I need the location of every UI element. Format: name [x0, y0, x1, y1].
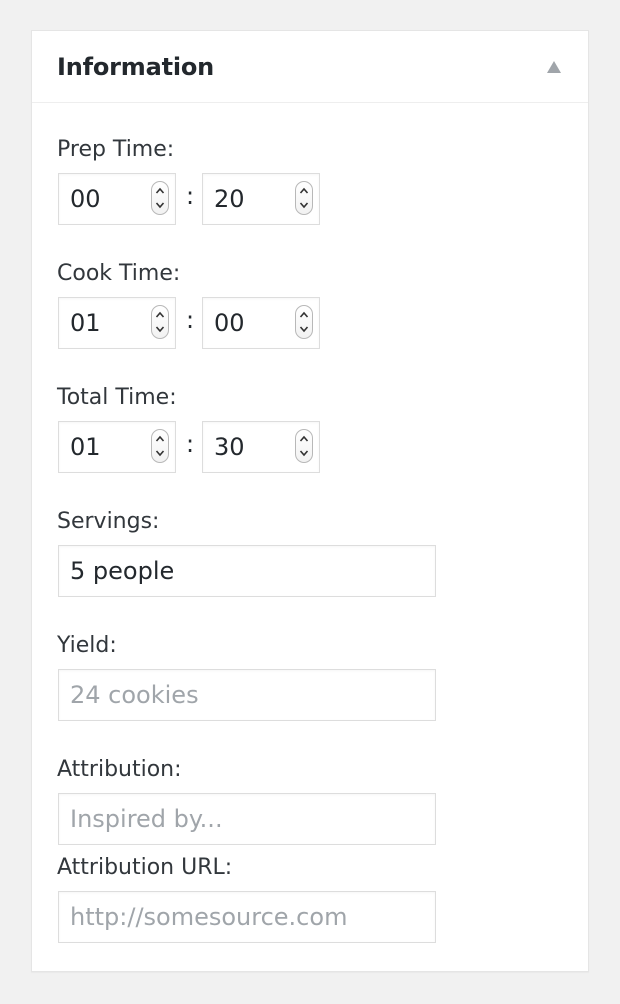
collapse-toggle-button[interactable] — [544, 57, 564, 77]
prep-time-row: : — [58, 173, 324, 225]
cook-time-hours-box — [58, 297, 176, 349]
yield-input[interactable] — [59, 670, 435, 720]
spinner-up-icon[interactable] — [299, 308, 309, 322]
attribution-url-input[interactable] — [59, 892, 435, 942]
attribution-url-label: Attribution URL: — [57, 855, 233, 880]
spinner-up-icon[interactable] — [155, 432, 165, 446]
time-separator: : — [185, 430, 195, 458]
spinner-up-icon[interactable] — [155, 184, 165, 198]
prep-time-label: Prep Time: — [57, 137, 175, 162]
prep-time-minutes-input[interactable] — [203, 174, 289, 224]
yield-field — [58, 669, 436, 721]
prep-time-hours-input[interactable] — [59, 174, 145, 224]
servings-input[interactable] — [59, 546, 435, 596]
total-time-row: : — [58, 421, 324, 473]
panel-title: Information — [57, 53, 215, 81]
spinner-up-icon[interactable] — [299, 432, 309, 446]
cook-time-row: : — [58, 297, 324, 349]
yield-label: Yield: — [57, 633, 117, 658]
prep-time-minutes-spinner[interactable] — [295, 181, 313, 215]
cook-time-minutes-spinner[interactable] — [295, 305, 313, 339]
information-panel: Information Prep Time: : — [31, 30, 589, 972]
attribution-label: Attribution: — [57, 757, 182, 782]
spinner-down-icon[interactable] — [299, 446, 309, 460]
cook-time-minutes-input[interactable] — [203, 298, 289, 348]
total-time-minutes-spinner[interactable] — [295, 429, 313, 463]
servings-label: Servings: — [57, 509, 160, 534]
total-time-minutes-input[interactable] — [203, 422, 289, 472]
triangle-up-icon — [547, 61, 561, 73]
total-time-minutes-box — [202, 421, 320, 473]
time-separator: : — [185, 306, 195, 334]
total-time-hours-box — [58, 421, 176, 473]
servings-field — [58, 545, 436, 597]
cook-time-hours-spinner[interactable] — [151, 305, 169, 339]
spinner-down-icon[interactable] — [155, 446, 165, 460]
spinner-down-icon[interactable] — [155, 198, 165, 212]
cook-time-label: Cook Time: — [57, 261, 181, 286]
total-time-label: Total Time: — [57, 385, 177, 410]
prep-time-hours-spinner[interactable] — [151, 181, 169, 215]
attribution-url-field — [58, 891, 436, 943]
prep-time-minutes-box — [202, 173, 320, 225]
panel-header: Information — [32, 31, 588, 103]
attribution-field — [58, 793, 436, 845]
attribution-input[interactable] — [59, 794, 435, 844]
total-time-hours-input[interactable] — [59, 422, 145, 472]
spinner-up-icon[interactable] — [155, 308, 165, 322]
total-time-hours-spinner[interactable] — [151, 429, 169, 463]
cook-time-hours-input[interactable] — [59, 298, 145, 348]
prep-time-hours-box — [58, 173, 176, 225]
spinner-down-icon[interactable] — [299, 322, 309, 336]
cook-time-minutes-box — [202, 297, 320, 349]
spinner-down-icon[interactable] — [299, 198, 309, 212]
spinner-down-icon[interactable] — [155, 322, 165, 336]
spinner-up-icon[interactable] — [299, 184, 309, 198]
time-separator: : — [185, 182, 195, 210]
